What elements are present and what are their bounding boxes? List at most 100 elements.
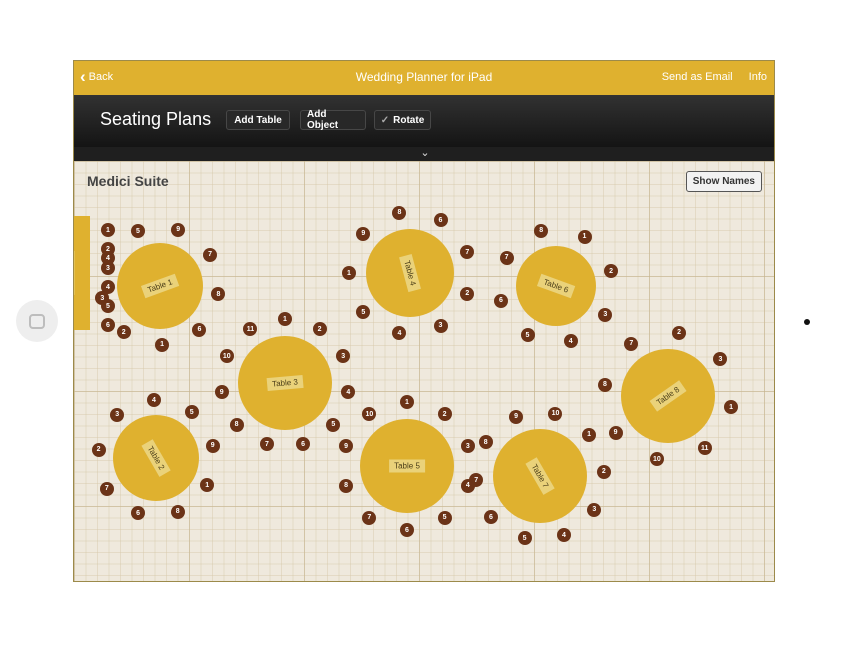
seat[interactable]: 11 — [697, 441, 712, 456]
seat[interactable]: 6 — [483, 510, 498, 525]
seat[interactable]: 10 — [219, 349, 234, 364]
seat[interactable]: 8 — [597, 377, 612, 392]
seat[interactable]: 3 — [336, 349, 351, 364]
seat[interactable]: 5 — [130, 224, 145, 239]
seat[interactable]: 2 — [672, 325, 687, 340]
seat[interactable]: 1 — [400, 395, 414, 409]
seat[interactable]: 3 — [598, 307, 613, 322]
seat[interactable]: 7 — [259, 437, 274, 452]
table-top[interactable]: Top Table — [74, 216, 90, 330]
seat[interactable]: 8 — [392, 205, 407, 220]
seat[interactable]: 5 — [520, 328, 535, 343]
seat[interactable]: 6 — [493, 293, 508, 308]
seat[interactable]: 7 — [499, 250, 514, 265]
send-as-email-button[interactable]: Send as Email — [662, 71, 733, 83]
seat[interactable]: 8 — [339, 478, 354, 493]
seat[interactable]: 3 — [460, 439, 475, 454]
seat[interactable]: 1 — [724, 400, 739, 415]
add-table-button[interactable]: Add Table — [226, 110, 290, 130]
seat[interactable]: 8 — [534, 223, 549, 238]
seat[interactable]: 3 — [433, 318, 448, 333]
page-title: Seating Plans — [100, 109, 212, 129]
seat[interactable]: 4 — [563, 334, 578, 349]
add-object-button[interactable]: Add Object — [300, 109, 366, 131]
rotate-button[interactable]: ✓ Rotate — [374, 110, 431, 130]
seat[interactable]: 4 — [556, 528, 571, 543]
seat[interactable]: 9 — [214, 385, 229, 400]
table-label: Table 2 — [141, 439, 171, 477]
table-1[interactable]: Table 1 — [117, 243, 203, 329]
seat[interactable]: 3 — [587, 502, 602, 517]
seat[interactable]: 5 — [184, 405, 199, 420]
table-label: Table 7 — [525, 457, 555, 495]
seat[interactable]: 2 — [596, 464, 611, 479]
seat[interactable]: 7 — [203, 247, 218, 262]
seat[interactable]: 2 — [91, 442, 106, 457]
seat[interactable]: 1 — [278, 312, 292, 326]
seat[interactable]: 6 — [433, 213, 448, 228]
seat[interactable]: 5 — [517, 531, 532, 546]
seat[interactable]: 7 — [99, 481, 114, 496]
table-label: Table 1 — [140, 273, 180, 299]
seat[interactable]: 2 — [437, 407, 452, 422]
seat[interactable]: 8 — [211, 287, 226, 302]
seat[interactable]: 5 — [326, 417, 341, 432]
table-8[interactable]: Table 8 — [621, 349, 715, 443]
seat[interactable]: 9 — [608, 425, 623, 440]
seat[interactable]: 6 — [296, 437, 311, 452]
seat[interactable]: 9 — [171, 222, 186, 237]
show-names-button[interactable]: Show Names — [685, 171, 762, 192]
table-5[interactable]: Table 5 — [360, 419, 454, 513]
seat[interactable]: 1 — [577, 229, 592, 244]
seat[interactable]: 3 — [713, 352, 728, 367]
home-square-icon — [29, 314, 45, 329]
seat[interactable]: 8 — [478, 435, 493, 450]
table-7[interactable]: Table 7 — [493, 429, 587, 523]
seat[interactable]: 3 — [110, 407, 125, 422]
seat[interactable]: 2 — [604, 264, 619, 279]
table-4[interactable]: Table 4 — [366, 229, 454, 317]
seat[interactable]: 2 — [460, 286, 475, 301]
seat[interactable]: 9 — [356, 226, 371, 241]
seat[interactable]: 5 — [356, 305, 371, 320]
table-6[interactable]: Table 6 — [516, 246, 596, 326]
ipad-screen: ‹ Back Wedding Planner for iPad Send as … — [73, 60, 775, 582]
seat[interactable]: 10 — [362, 407, 377, 422]
seat[interactable]: 1 — [582, 427, 597, 442]
seat[interactable]: 2 — [312, 322, 327, 337]
camera-dot — [804, 319, 810, 325]
collapse-handle[interactable]: ⌄⌄ — [74, 147, 774, 173]
seat[interactable]: 6 — [101, 318, 115, 332]
seat[interactable]: 1 — [101, 223, 115, 237]
seat[interactable]: 5 — [437, 510, 452, 525]
info-button[interactable]: Info — [749, 71, 767, 83]
seat[interactable]: 4 — [392, 326, 407, 341]
seat[interactable]: 6 — [131, 506, 146, 521]
table-label: Table 8 — [649, 380, 687, 412]
seat[interactable]: 1 — [200, 478, 215, 493]
seat[interactable]: 7 — [362, 510, 377, 525]
seat[interactable]: 1 — [342, 266, 356, 280]
seat[interactable]: 7 — [469, 473, 484, 488]
seat[interactable]: 7 — [460, 245, 475, 260]
seat[interactable]: 9 — [509, 409, 524, 424]
home-button[interactable] — [16, 300, 58, 342]
seat[interactable]: 2 — [116, 325, 131, 340]
seat[interactable]: 7 — [624, 336, 639, 351]
seat[interactable]: 9 — [205, 438, 220, 453]
table-label: Table 3 — [266, 374, 304, 392]
table-2[interactable]: Table 2 — [113, 415, 199, 501]
seat[interactable]: 6 — [400, 523, 414, 537]
seat[interactable]: 9 — [339, 439, 354, 454]
seat[interactable]: 8 — [170, 504, 185, 519]
navigation-bar: ‹ Back Wedding Planner for iPad Send as … — [74, 61, 774, 95]
seat[interactable]: 4 — [146, 393, 161, 408]
seat[interactable]: 1 — [155, 337, 170, 352]
seat[interactable]: 10 — [649, 452, 664, 467]
seat[interactable]: 4 — [341, 385, 356, 400]
seat[interactable]: 10 — [548, 406, 563, 421]
table-3[interactable]: Table 3 — [238, 336, 332, 430]
seat[interactable]: 8 — [229, 417, 244, 432]
seat[interactable]: 6 — [192, 322, 207, 337]
seat[interactable]: 11 — [243, 322, 258, 337]
